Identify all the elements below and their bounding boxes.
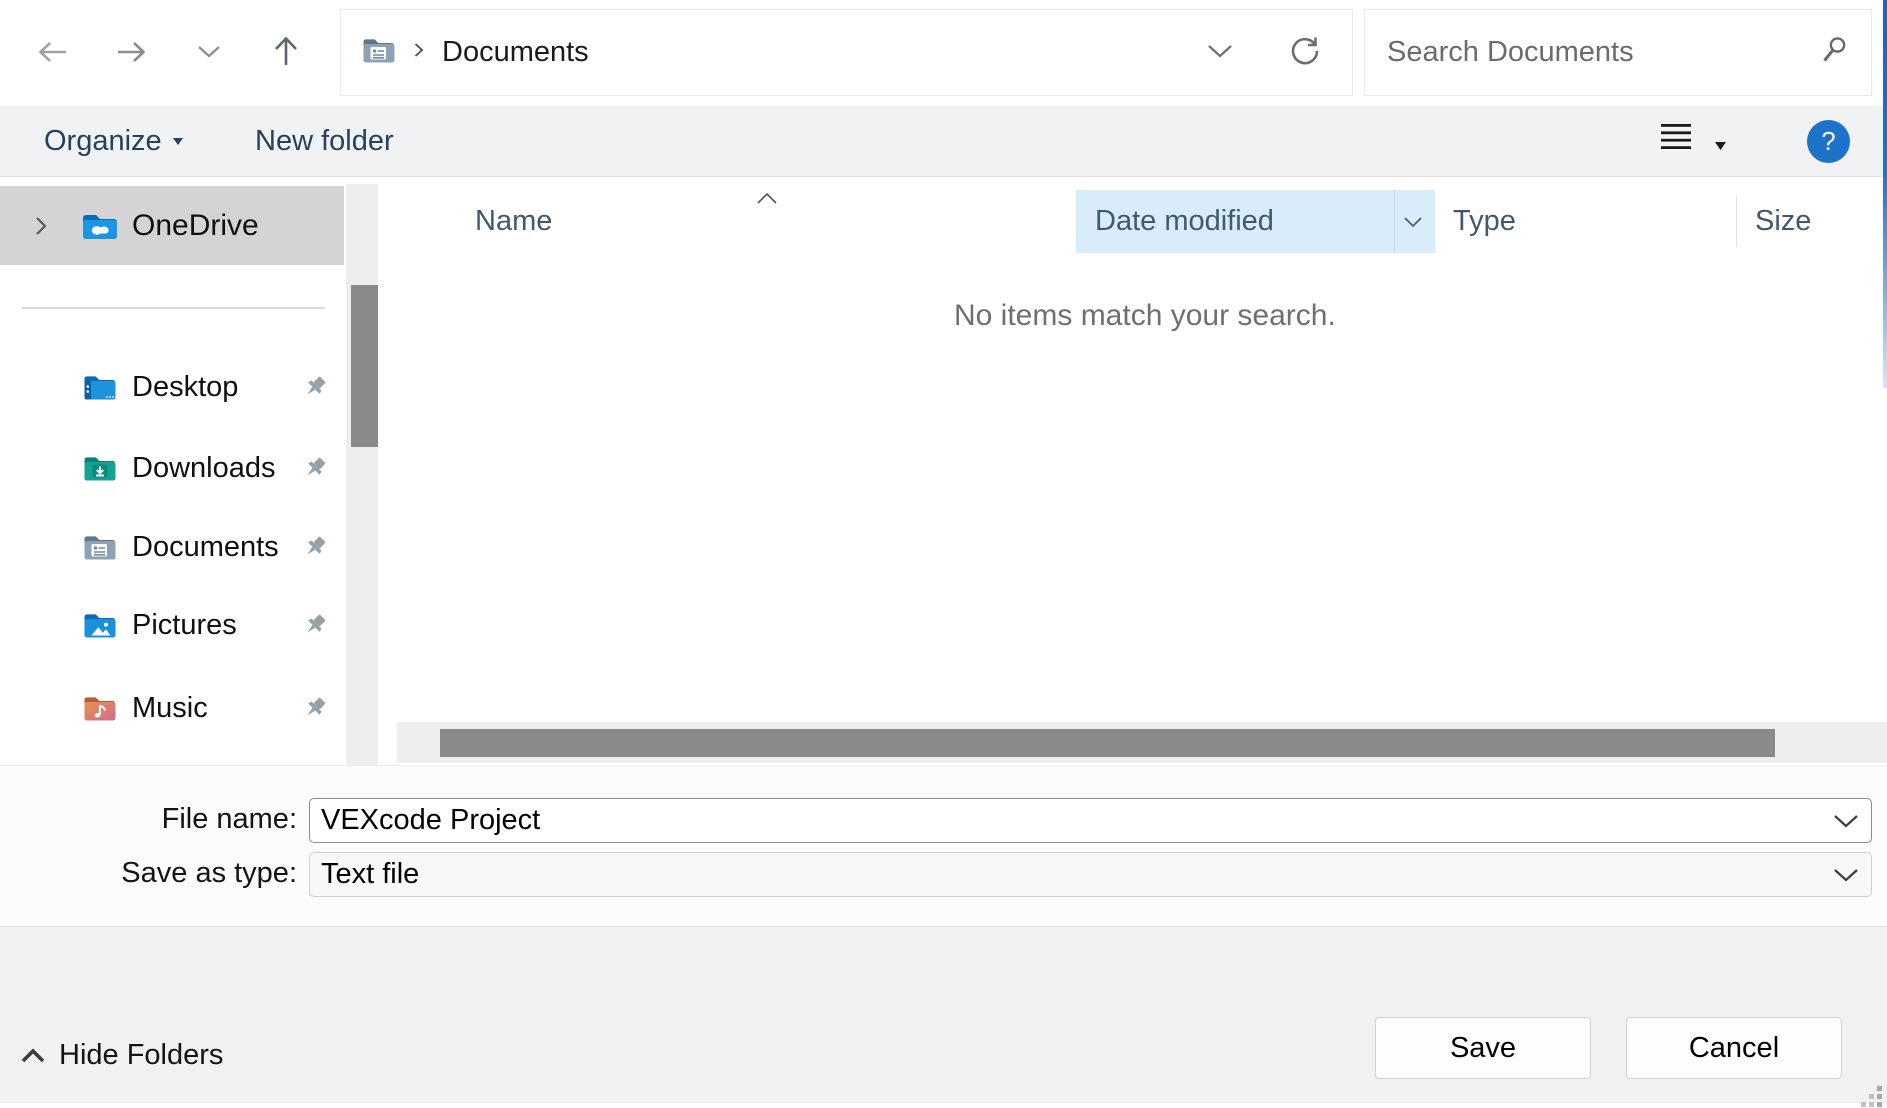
- sidebar-item-music[interactable]: Music: [0, 676, 344, 740]
- command-toolbar: Organize New folder ?: [0, 106, 1887, 177]
- help-label: ?: [1821, 126, 1835, 157]
- new-folder-button[interactable]: New folder: [255, 106, 394, 176]
- view-options-button[interactable]: [1660, 106, 1726, 176]
- sidebar-item-desktop[interactable]: Desktop: [0, 355, 344, 419]
- breadcrumb-documents[interactable]: Documents: [442, 36, 589, 69]
- cancel-button[interactable]: Cancel: [1626, 1017, 1842, 1079]
- file-name-label: File name:: [0, 803, 297, 836]
- pin-icon: [297, 690, 334, 727]
- sidebar-item-label: Downloads: [132, 452, 275, 485]
- back-button[interactable]: [30, 30, 76, 76]
- search-box[interactable]: [1364, 9, 1872, 96]
- window-edge-accent: [1883, 0, 1887, 388]
- column-header-date-modified[interactable]: Date modified: [1076, 190, 1435, 253]
- search-icon: [1817, 33, 1851, 72]
- organize-label: Organize: [44, 125, 162, 158]
- save-button[interactable]: Save: [1375, 1017, 1591, 1079]
- column-header-separator: [1394, 190, 1395, 253]
- sidebar-scrollbar-track[interactable]: [346, 184, 378, 765]
- up-button[interactable]: [263, 30, 309, 76]
- column-header-name[interactable]: Name: [378, 190, 1076, 253]
- forward-arrow-icon: [113, 35, 149, 72]
- sidebar-item-label: Pictures: [132, 609, 237, 642]
- desktop-folder-icon: [83, 373, 117, 401]
- address-bar[interactable]: Documents: [340, 9, 1353, 96]
- empty-list-message: No items match your search.: [954, 299, 1336, 333]
- sort-ascending-icon: [756, 192, 778, 205]
- chevron-down-icon[interactable]: [1833, 814, 1859, 829]
- downloads-folder-icon: [83, 454, 117, 482]
- resize-grip[interactable]: [1861, 1086, 1883, 1108]
- horizontal-scrollbar-thumb[interactable]: [440, 729, 1775, 757]
- new-folder-label: New folder: [255, 125, 394, 158]
- chevron-down-icon: [197, 45, 221, 62]
- sidebar-divider: [22, 307, 325, 309]
- onedrive-folder-icon: [81, 211, 119, 241]
- refresh-icon: [1288, 34, 1322, 71]
- filter-chevron-icon[interactable]: [1403, 216, 1423, 228]
- caret-down-icon: [1715, 125, 1726, 158]
- column-label: Size: [1755, 205, 1811, 238]
- column-label: Name: [475, 205, 552, 238]
- pin-icon: [297, 607, 334, 644]
- save-file-dialog: Documents Organize New folder ?: [0, 0, 1887, 1103]
- dialog-footer: Hide Folders Save Cancel: [0, 926, 1887, 1103]
- save-as-type-label: Save as type:: [0, 857, 297, 890]
- breadcrumb-chevron-icon: [413, 42, 425, 63]
- chevron-up-icon: [20, 1039, 46, 1072]
- sidebar-item-downloads[interactable]: Downloads: [0, 436, 344, 500]
- caret-down-icon: [173, 120, 183, 153]
- back-arrow-icon: [35, 35, 71, 72]
- sidebar-item-onedrive[interactable]: OneDrive: [0, 186, 344, 265]
- navigation-bar: Documents: [0, 0, 1887, 106]
- up-arrow-icon: [268, 34, 304, 73]
- documents-folder-icon: [362, 36, 396, 69]
- music-folder-icon: [83, 694, 117, 722]
- expand-chevron-icon[interactable]: [33, 215, 49, 237]
- sidebar-item-label: OneDrive: [132, 209, 259, 243]
- sidebar-item-label: Documents: [132, 531, 279, 564]
- hide-folders-button[interactable]: Hide Folders: [20, 1039, 223, 1072]
- address-dropdown-button[interactable]: [1197, 23, 1243, 83]
- sidebar-item-label: Music: [132, 692, 208, 725]
- column-header-size[interactable]: Size: [1737, 190, 1887, 253]
- save-as-type-select[interactable]: Text file: [309, 852, 1872, 897]
- column-label: Date modified: [1095, 205, 1274, 238]
- documents-folder-icon: [83, 533, 117, 561]
- column-header-type[interactable]: Type: [1436, 190, 1736, 253]
- recent-locations-button[interactable]: [190, 30, 228, 76]
- help-button[interactable]: ?: [1807, 120, 1850, 163]
- sidebar-scrollbar-thumb[interactable]: [351, 285, 378, 447]
- chevron-down-icon[interactable]: [1833, 868, 1859, 883]
- pictures-folder-icon: [83, 611, 117, 639]
- pin-icon: [297, 529, 334, 566]
- sidebar-item-label: Desktop: [132, 371, 238, 404]
- pin-icon: [297, 450, 334, 487]
- column-label: Type: [1453, 205, 1516, 238]
- refresh-button[interactable]: [1282, 23, 1328, 83]
- save-as-type-value: Text file: [321, 858, 419, 891]
- search-input[interactable]: [1387, 36, 1817, 69]
- hide-folders-label: Hide Folders: [59, 1039, 223, 1072]
- pin-icon: [297, 369, 334, 406]
- file-name-section: File name: Save as type: Text file: [0, 765, 1887, 926]
- chevron-down-icon: [1207, 44, 1233, 62]
- forward-button[interactable]: [108, 30, 154, 76]
- sidebar-item-pictures[interactable]: Pictures: [0, 593, 344, 657]
- sidebar-item-documents[interactable]: Documents: [0, 515, 344, 579]
- file-name-input[interactable]: [309, 798, 1872, 843]
- list-view-icon: [1660, 124, 1692, 158]
- organize-button[interactable]: Organize: [44, 106, 183, 176]
